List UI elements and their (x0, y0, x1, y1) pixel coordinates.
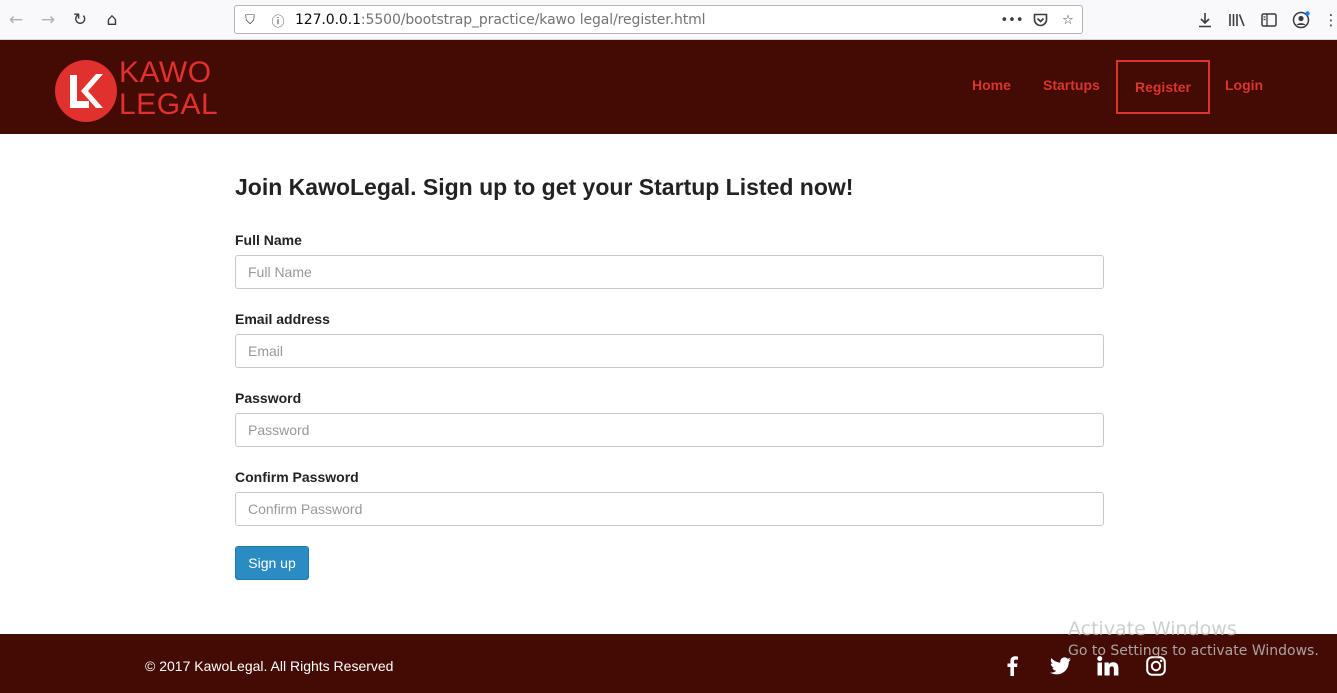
email-input[interactable] (235, 334, 1104, 368)
account-icon[interactable] (1289, 8, 1313, 32)
info-icon[interactable]: ⓘ (269, 11, 287, 30)
url-host: 127.0.0.1 (295, 12, 361, 28)
nav-login[interactable]: Login (1225, 77, 1263, 93)
page-title: Join KawoLegal. Sign up to get your Star… (235, 174, 854, 200)
url-bar[interactable]: ⛉ ⓘ 127.0.0.1:5500/bootstrap_practice/ka… (234, 5, 1083, 34)
activate-windows-title: Activate Windows (1068, 618, 1237, 640)
reload-icon[interactable]: ↻ (68, 8, 92, 32)
full-name-label: Full Name (235, 232, 302, 248)
confirm-password-label: Confirm Password (235, 469, 359, 485)
logo-text: KAWO LEGAL (119, 58, 218, 120)
url-path: :5500/bootstrap_practice/kawo legal/regi… (360, 12, 706, 28)
download-icon[interactable] (1193, 8, 1217, 32)
more-icon[interactable]: ••• (1001, 11, 1024, 29)
activate-windows-subtitle: Go to Settings to activate Windows. (1068, 643, 1319, 659)
password-input[interactable] (235, 413, 1104, 447)
facebook-icon[interactable] (1000, 654, 1024, 678)
email-label: Email address (235, 311, 330, 327)
url-text[interactable]: 127.0.0.1:5500/bootstrap_practice/kawo l… (295, 12, 706, 28)
nav-home[interactable]: Home (972, 77, 1011, 93)
confirm-password-input[interactable] (235, 492, 1104, 526)
browser-toolbar: ← → ↻ ⌂ ⛉ ⓘ 127.0.0.1:5500/bootstrap_pra… (0, 0, 1337, 40)
logo-mark (55, 60, 117, 122)
pocket-icon[interactable] (1031, 11, 1049, 29)
library-icon[interactable] (1225, 8, 1249, 32)
logo-line-2: LEGAL (119, 88, 219, 121)
shield-icon[interactable]: ⛉ (241, 11, 259, 29)
copyright-text: © 2017 KawoLegal. All Rights Reserved (145, 658, 394, 674)
home-icon[interactable]: ⌂ (100, 8, 124, 32)
full-name-input[interactable] (235, 255, 1104, 289)
back-icon[interactable]: ← (4, 8, 28, 32)
menu-icon[interactable]: ⋮ (1324, 8, 1337, 32)
sidebar-icon[interactable] (1257, 8, 1281, 32)
logo-line-1: KAWO (119, 56, 212, 89)
forward-icon[interactable]: → (36, 8, 60, 32)
bookmark-star-icon[interactable]: ☆ (1059, 11, 1077, 29)
password-label: Password (235, 390, 302, 406)
sign-up-button[interactable]: Sign up (235, 546, 309, 580)
nav-register[interactable]: Register (1116, 60, 1210, 114)
nav-startups[interactable]: Startups (1043, 77, 1100, 93)
